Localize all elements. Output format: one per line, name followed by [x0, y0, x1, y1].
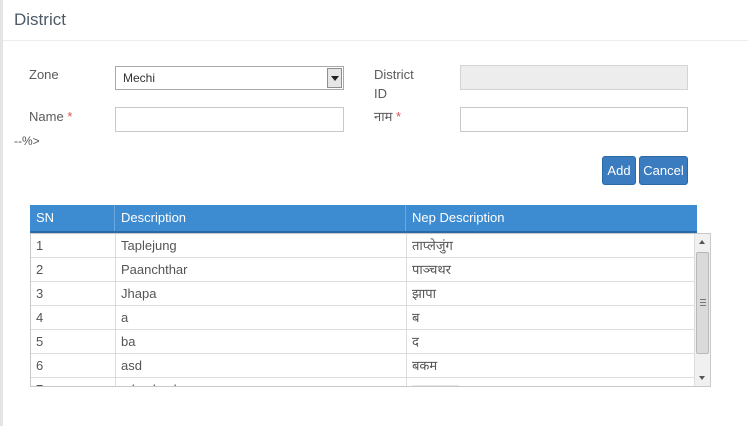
nep-name-required-mark: *: [395, 109, 402, 124]
cell-nep-description: द: [412, 334, 419, 349]
district-id-label: District ID: [374, 65, 414, 103]
zone-select[interactable]: Mechi: [115, 66, 344, 90]
cell-sn: 1: [31, 234, 116, 258]
zone-label: Zone: [29, 67, 59, 82]
cell-sn: 7: [31, 378, 116, 386]
district-id-label-line1: District: [374, 67, 414, 82]
cell-description: a: [116, 306, 407, 330]
cell-description: Paanchthar: [116, 258, 407, 282]
cell-nep-description: ब: [412, 310, 420, 325]
cell-description: ba: [116, 330, 407, 354]
cell-sn: 5: [31, 330, 116, 354]
cell-sn: 4: [31, 306, 116, 330]
cell-nep-description: बकम: [412, 358, 438, 373]
name-field[interactable]: [115, 107, 344, 132]
nep-name-field[interactable]: [460, 107, 688, 132]
nep-name-label-text: नाम: [374, 109, 393, 124]
scrollbar-thumb[interactable]: [696, 252, 709, 354]
table-row[interactable]: 4 a ब: [31, 306, 695, 330]
cell-sn: 2: [31, 258, 116, 282]
chevron-down-icon[interactable]: [327, 68, 342, 88]
cell-nep-description: सदसदसद: [407, 378, 695, 386]
district-id-field: [460, 65, 688, 90]
page-left-border: [0, 0, 3, 426]
cell-nep-description: झापा: [412, 286, 436, 301]
grip-icon: [700, 299, 706, 306]
table-row[interactable]: 2 Paanchthar पाञ्चथर: [31, 258, 695, 282]
scroll-down-arrow-icon[interactable]: [695, 370, 710, 386]
table-row[interactable]: 1 Taplejung ताप्लेजुंग: [31, 234, 695, 258]
cell-nep-description: पाञ्चथर: [412, 262, 451, 277]
cell-description: Jhapa: [116, 282, 407, 306]
table-row[interactable]: 5 ba द: [31, 330, 695, 354]
title-divider: [3, 40, 748, 41]
nep-name-label: नाम *: [374, 107, 401, 126]
district-grid: SN Description Nep Description 1 Tapleju…: [30, 205, 711, 387]
grid-scrollbar[interactable]: [694, 234, 710, 386]
name-label: Name *: [29, 107, 72, 126]
column-header-nep-description[interactable]: Nep Description: [406, 205, 697, 231]
cell-description: asd: [116, 354, 407, 378]
zone-select-value: Mechi: [123, 71, 156, 85]
cancel-button[interactable]: Cancel: [639, 156, 688, 185]
cell-nep-description: ताप्लेजुंग: [412, 238, 453, 253]
name-label-text: Name: [29, 109, 64, 124]
cell-sn: 3: [31, 282, 116, 306]
scroll-up-arrow-icon[interactable]: [695, 234, 710, 250]
table-row[interactable]: 7 sdasdasd सदसदसद: [31, 378, 695, 386]
stray-text: --%>: [14, 134, 40, 148]
cell-sn: 6: [31, 354, 116, 378]
cell-description: Taplejung: [116, 234, 407, 258]
name-required-mark: *: [67, 109, 73, 124]
add-button[interactable]: Add: [602, 156, 636, 185]
cell-description: sdasdasd: [116, 378, 407, 386]
grid-body: 1 Taplejung ताप्लेजुंग 2 Paanchthar पाञ्…: [30, 233, 711, 387]
table-row[interactable]: 6 asd बकम: [31, 354, 695, 378]
table-row[interactable]: 3 Jhapa झापा: [31, 282, 695, 306]
grid-header: SN Description Nep Description: [30, 205, 697, 233]
column-header-description[interactable]: Description: [115, 205, 406, 231]
district-id-label-line2: ID: [374, 86, 387, 101]
page-title: District: [14, 10, 66, 29]
column-header-sn[interactable]: SN: [30, 205, 115, 231]
